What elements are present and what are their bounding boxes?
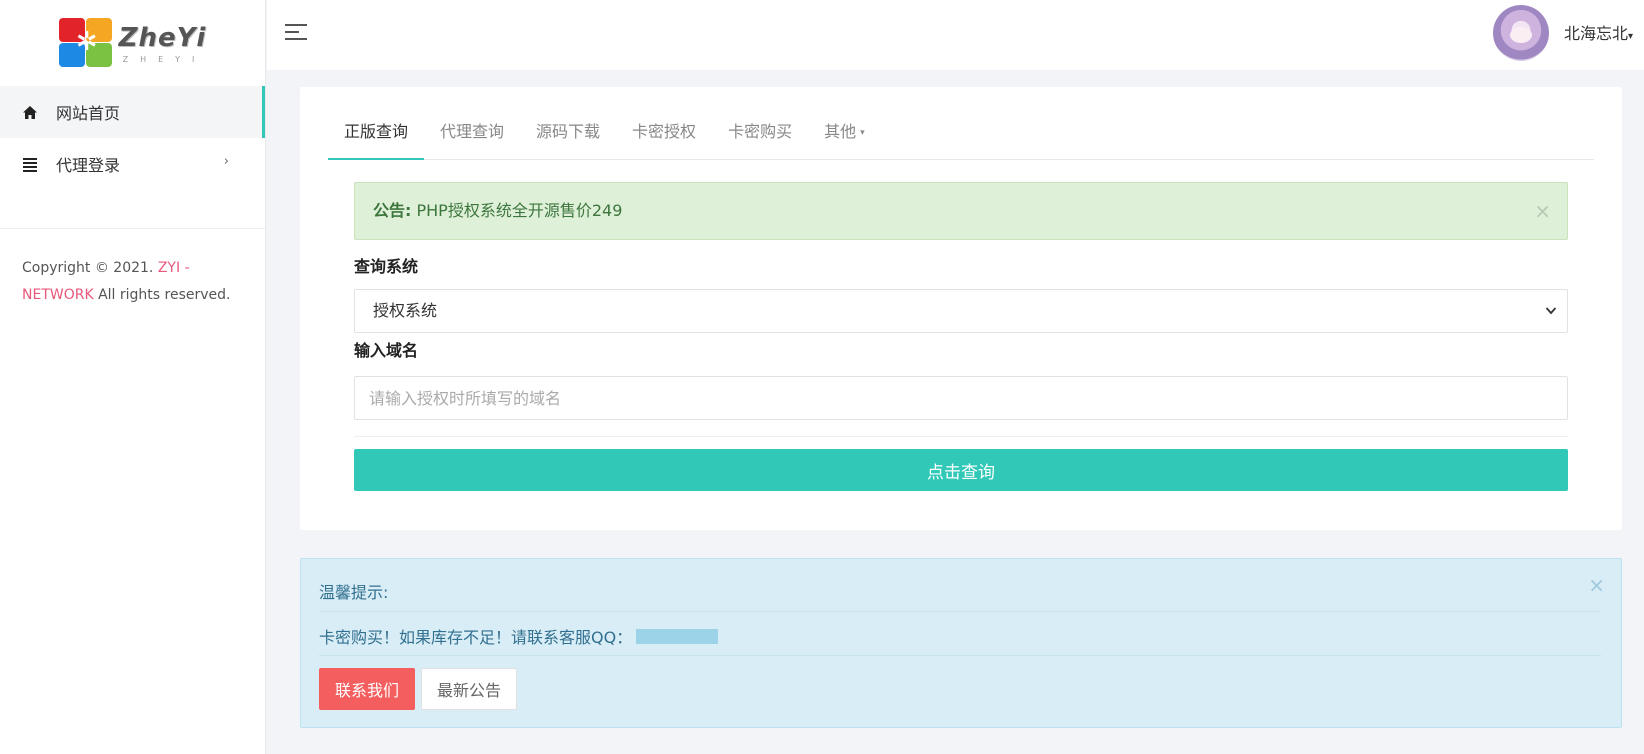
system-select[interactable]: 授权系统 <box>354 289 1568 333</box>
logo-mark-icon: ✲ <box>58 18 113 68</box>
announcement-label: 公告: <box>373 201 412 220</box>
list-icon <box>22 156 38 172</box>
tips-divider <box>319 655 1601 656</box>
sidebar-item-agent-login[interactable]: 代理登录 › <box>0 138 265 190</box>
system-select-value: 授权系统 <box>373 301 438 320</box>
announcement-text: PHP授权系统全开源售价249 <box>416 201 623 220</box>
qq-number-redacted <box>636 628 719 644</box>
tips-divider <box>319 611 1601 612</box>
caret-down-icon: ▾ <box>860 127 865 138</box>
query-card: 正版查询 代理查询 源码下载 卡密授权 卡密购买 其他 ▾ 公告: PHP授权系统… <box>300 87 1622 530</box>
chevron-down-icon <box>1545 290 1557 350</box>
logo-wordmark: ZheYi <box>118 22 207 53</box>
sidebar: ✲ ZheYi ZHEYI 网站首页 代理登录 › Copyright © 20… <box>0 0 266 754</box>
close-icon[interactable]: × <box>1588 575 1605 595</box>
tab-genuine-query[interactable]: 正版查询 <box>328 117 425 160</box>
chevron-right-icon: › <box>223 154 229 169</box>
tips-message-text: 卡密购买！如果库存不足！请联系客服QQ： <box>319 628 633 647</box>
tips-message: 卡密购买！如果库存不足！请联系客服QQ： <box>319 624 719 648</box>
copyright-suffix: All rights reserved. <box>98 287 231 303</box>
tips-title: 温馨提示: <box>319 583 389 602</box>
sidebar-item-label: 网站首页 <box>56 104 121 123</box>
avatar[interactable] <box>1493 5 1549 61</box>
sidebar-item-home[interactable]: 网站首页 <box>0 86 265 138</box>
form-divider <box>354 436 1568 437</box>
top-bar: 北海忘北▾ <box>267 0 1644 70</box>
latest-news-button[interactable]: 最新公告 <box>421 668 517 710</box>
logo-subtitle: ZHEYI <box>122 54 207 64</box>
tab-card-authorize[interactable]: 卡密授权 <box>616 117 712 160</box>
announcement-alert: 公告: PHP授权系统全开源售价249 × <box>354 182 1568 240</box>
sidebar-item-label: 代理登录 <box>56 156 121 175</box>
home-icon <box>22 104 38 120</box>
tab-source-download[interactable]: 源码下载 <box>520 117 616 160</box>
system-field-label: 查询系统 <box>354 257 419 276</box>
tab-agent-query[interactable]: 代理查询 <box>424 117 520 160</box>
menu-toggle-icon[interactable] <box>285 24 307 42</box>
contact-us-button[interactable]: 联系我们 <box>319 668 415 710</box>
query-submit-button[interactable]: 点击查询 <box>354 449 1568 491</box>
logo[interactable]: ✲ ZheYi ZHEYI <box>0 0 265 86</box>
tab-bar: 正版查询 代理查询 源码下载 卡密授权 卡密购买 其他 ▾ <box>328 117 1594 160</box>
user-menu[interactable]: 北海忘北▾ <box>1564 20 1633 44</box>
username-label: 北海忘北 <box>1564 24 1629 43</box>
copyright: Copyright © 2021. ZYI - NETWORK All righ… <box>0 229 265 335</box>
domain-input[interactable] <box>354 376 1568 420</box>
tab-other-dropdown[interactable]: 其他 ▾ <box>808 117 881 160</box>
tips-alert: 温馨提示: × 卡密购买！如果库存不足！请联系客服QQ： 联系我们 最新公告 <box>300 558 1622 728</box>
caret-down-icon: ▾ <box>1628 31 1634 42</box>
copyright-prefix: Copyright © 2021. <box>22 260 154 276</box>
domain-field-label: 输入域名 <box>354 341 419 360</box>
tab-card-purchase[interactable]: 卡密购买 <box>712 117 808 160</box>
close-icon[interactable]: × <box>1534 201 1551 221</box>
